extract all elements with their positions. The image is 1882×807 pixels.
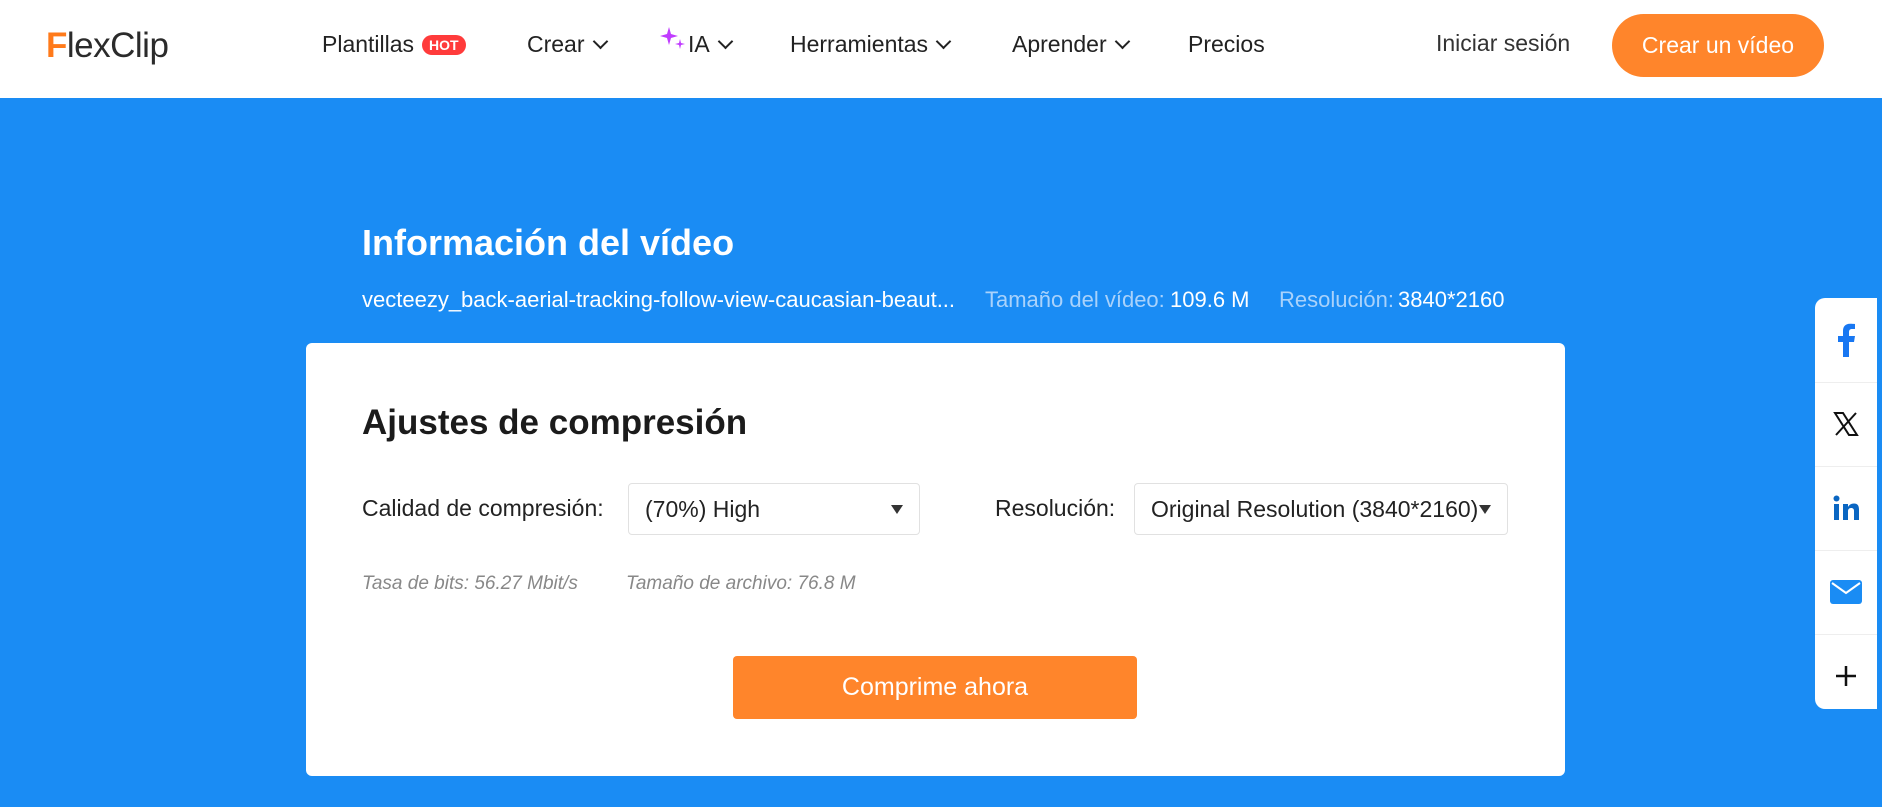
top-header: FlexClip Plantillas HOT Crear IA Herrami…: [0, 0, 1882, 98]
share-x[interactable]: [1815, 382, 1877, 467]
chevron-down-icon: [592, 33, 608, 50]
share-linkedin[interactable]: [1815, 466, 1877, 551]
resolution-select[interactable]: Original Resolution (3840*2160): [1134, 483, 1508, 535]
video-size-label: Tamaño del vídeo:: [985, 287, 1165, 312]
share-sidebar: [1815, 298, 1877, 709]
filesize-info: Tamaño de archivo: 76.8 M: [626, 573, 856, 595]
share-more[interactable]: [1815, 634, 1877, 718]
create-video-button[interactable]: Crear un vídeo: [1612, 14, 1824, 77]
nav-label: IA: [688, 31, 710, 57]
x-icon: [1833, 412, 1859, 436]
nav-precios[interactable]: Precios: [1188, 31, 1265, 58]
linkedin-icon: [1833, 495, 1859, 520]
hot-badge: HOT: [422, 34, 466, 55]
bitrate-info: Tasa de bits: 56.27 Mbit/s: [362, 573, 578, 595]
share-facebook[interactable]: [1815, 298, 1877, 383]
resolution-label: Resolución:: [995, 495, 1116, 521]
resolution-value: Original Resolution (3840*2160): [1151, 495, 1479, 522]
facebook-icon: [1838, 323, 1855, 357]
compression-settings-card: Ajustes de compresión Calidad de compres…: [306, 343, 1565, 776]
dropdown-arrow-icon: [1479, 505, 1491, 514]
quality-value: (70%) High: [645, 495, 761, 522]
filesize-label: Tamaño de archivo:: [626, 573, 793, 594]
video-resolution-value: 3840*2160: [1398, 287, 1505, 312]
nav-crear[interactable]: Crear: [527, 31, 608, 58]
nav-plantillas[interactable]: Plantillas HOT: [322, 31, 466, 58]
nav-label: Crear: [527, 31, 585, 57]
nav-label: Herramientas: [790, 31, 929, 57]
chevron-down-icon: [717, 33, 734, 50]
video-resolution-label: Resolución:: [1279, 287, 1394, 312]
quality-label: Calidad de compresión:: [362, 495, 604, 521]
bitrate-value: 56.27 Mbit/s: [474, 573, 578, 594]
video-filename: vecteezy_back-aerial-tracking-follow-vie…: [362, 287, 956, 312]
compression-title: Ajustes de compresión: [362, 403, 748, 442]
chevron-down-icon: [935, 33, 952, 50]
filesize-value: 76.8 M: [797, 573, 856, 594]
email-icon: [1830, 580, 1862, 604]
bitrate-label: Tasa de bits:: [362, 573, 470, 594]
nav-aprender[interactable]: Aprender: [1012, 31, 1130, 58]
sparkle-icon: [660, 26, 685, 49]
flexclip-logo[interactable]: FlexClip: [46, 22, 169, 70]
nav-label: Aprender: [1012, 31, 1107, 57]
video-size-value: 109.6 M: [1170, 287, 1250, 312]
compress-now-button[interactable]: Comprime ahora: [733, 656, 1137, 719]
plus-icon: [1836, 666, 1856, 686]
video-info-title: Información del vídeo: [362, 222, 735, 263]
dropdown-arrow-icon: [891, 505, 903, 514]
login-link[interactable]: Iniciar sesión: [1436, 30, 1570, 57]
nav-label: Plantillas: [322, 31, 415, 57]
share-email[interactable]: [1815, 550, 1877, 635]
quality-select[interactable]: (70%) High: [628, 483, 920, 535]
logo-letter: F: [46, 26, 67, 65]
nav-ia[interactable]: IA: [660, 26, 734, 58]
logo-text: lexClip: [66, 26, 169, 65]
chevron-down-icon: [1114, 33, 1130, 50]
nav-herramientas[interactable]: Herramientas: [790, 31, 952, 58]
nav-label: Precios: [1188, 31, 1265, 57]
